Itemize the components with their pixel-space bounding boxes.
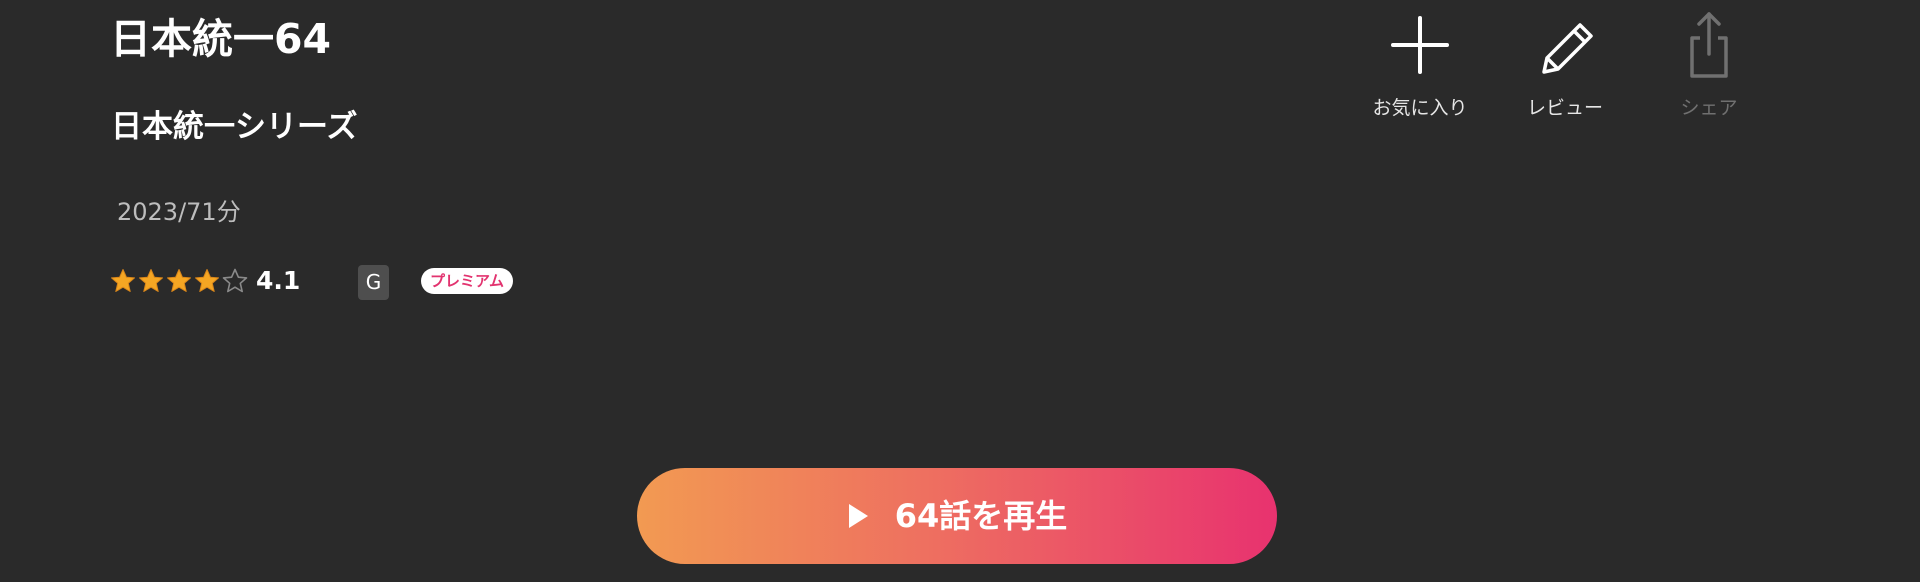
pencil-icon (1542, 23, 1593, 74)
age-rating-badge: G (358, 265, 389, 300)
detail-page: 日本統一64 日本統一シリーズ 2023/71分 4.1 G プレミアム お気に… (0, 0, 1920, 582)
rating-row: 4.1 (110, 263, 300, 299)
release-meta: 2023/71分 (117, 198, 241, 226)
rating-value: 4.1 (256, 266, 301, 295)
star-filled-icon (195, 269, 219, 292)
review-label: レビュー (1526, 97, 1603, 119)
share-icon (1690, 12, 1728, 78)
premium-badge: プレミアム (421, 268, 513, 294)
share-button[interactable]: シェア (1644, 10, 1774, 120)
plus-icon (1391, 16, 1449, 74)
star-empty-icon (222, 268, 248, 293)
share-label: シェア (1680, 97, 1738, 119)
review-button[interactable]: レビュー (1500, 10, 1630, 120)
star-rating (110, 268, 250, 294)
page-title: 日本統一64 (110, 15, 332, 63)
star-filled-icon (139, 269, 163, 292)
series-link[interactable]: 日本統一シリーズ (111, 107, 357, 147)
play-label: 64話を再生 (894, 497, 1068, 535)
star-filled-icon (167, 269, 191, 292)
favorite-button[interactable]: お気に入り (1355, 10, 1485, 120)
favorite-label: お気に入り (1372, 97, 1468, 119)
star-filled-icon (111, 269, 135, 292)
play-icon (848, 504, 868, 528)
play-episode-button[interactable]: 64話を再生 (637, 468, 1277, 564)
